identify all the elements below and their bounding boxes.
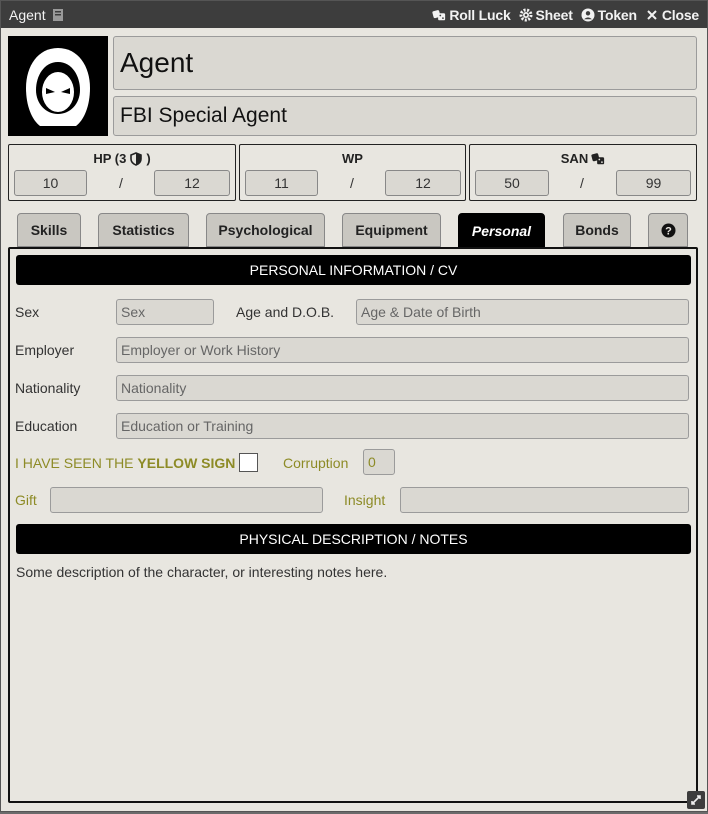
agent-portrait[interactable]	[8, 36, 108, 136]
personal-info-header: PERSONAL INFORMATION / CV	[16, 255, 691, 285]
window-title: Agent	[9, 7, 65, 23]
insight-label: Insight	[344, 492, 386, 508]
wp-label: WP	[342, 151, 363, 166]
wp-box: WP 11 / 12	[239, 144, 466, 201]
insight-input[interactable]	[400, 487, 689, 513]
personal-tab-panel: PERSONAL INFORMATION / CV Sex Sex Age an…	[8, 247, 698, 803]
sex-input[interactable]: Sex	[116, 299, 214, 325]
hp-separator: /	[119, 175, 123, 191]
resize-icon	[691, 795, 701, 805]
physical-notes-text[interactable]: Some description of the character, or in…	[16, 564, 387, 580]
san-label: SAN	[560, 151, 589, 166]
nationality-input[interactable]: Nationality	[116, 375, 689, 401]
san-separator: /	[580, 175, 584, 191]
gift-label: Gift	[15, 492, 37, 508]
san-max-input[interactable]: 99	[616, 170, 691, 196]
wp-max-input[interactable]: 12	[385, 170, 461, 196]
resize-handle[interactable]	[687, 791, 705, 809]
employer-input[interactable]: Employer or Work History	[116, 337, 689, 363]
education-label: Education	[15, 418, 78, 434]
wp-current-input[interactable]: 11	[245, 170, 318, 196]
character-name-input[interactable]: Agent	[113, 36, 697, 90]
employer-label: Employer	[15, 342, 75, 358]
education-input[interactable]: Education or Training	[116, 413, 689, 439]
tab-statistics[interactable]: Statistics	[98, 213, 189, 247]
yellow-sign-checkbox[interactable]	[239, 453, 258, 472]
shield-icon	[130, 151, 143, 166]
tab-equipment[interactable]: Equipment	[342, 213, 441, 247]
yellow-sign-label: I HAVE SEEN THE YELLOW SIGN	[15, 455, 236, 471]
book-icon	[52, 8, 63, 21]
window-titlebar[interactable]: Agent Roll Luck Sheet Token Close	[1, 1, 707, 28]
tab-psychological[interactable]: Psychological	[206, 213, 325, 247]
hp-max-input[interactable]: 12	[154, 170, 230, 196]
token-button[interactable]: Token	[581, 7, 637, 23]
gear-icon	[519, 8, 533, 21]
close-button[interactable]: Close	[645, 7, 699, 23]
tab-bonds[interactable]: Bonds	[563, 213, 631, 247]
gift-input[interactable]	[50, 487, 323, 513]
tab-help[interactable]: ?	[648, 213, 688, 247]
wp-separator: /	[350, 175, 354, 191]
close-icon	[647, 9, 657, 20]
sheet-settings-button[interactable]: Sheet	[519, 7, 573, 23]
hp-label: HP (3	[93, 151, 127, 166]
san-box: SAN 50 / 99	[469, 144, 697, 201]
question-circle-icon: ?	[661, 223, 675, 237]
occupation-input[interactable]: FBI Special Agent	[113, 96, 697, 136]
hp-current-input[interactable]: 10	[14, 170, 87, 196]
san-current-input[interactable]: 50	[475, 170, 549, 196]
svg-text:?: ?	[665, 225, 672, 237]
sheet-body: Agent FBI Special Agent HP (3 ) 10 / 12 …	[1, 28, 707, 811]
roll-luck-button[interactable]: Roll Luck	[432, 7, 511, 23]
dice-icon[interactable]	[591, 152, 605, 166]
yellow-sign-emph: YELLOW SIGN	[137, 455, 236, 471]
corruption-input[interactable]: 0	[363, 449, 395, 475]
user-circle-icon	[581, 8, 595, 21]
window-title-text: Agent	[9, 6, 46, 23]
sex-label: Sex	[15, 304, 40, 320]
physical-description-header: PHYSICAL DESCRIPTION / NOTES	[16, 524, 691, 554]
hooded-figure-icon	[26, 48, 90, 126]
character-sheet-window: Agent Roll Luck Sheet Token Close Agent …	[0, 0, 708, 812]
hp-box: HP (3 ) 10 / 12	[8, 144, 236, 201]
corruption-label: Corruption	[283, 455, 349, 471]
tab-personal[interactable]: Personal	[458, 213, 545, 249]
tab-skills[interactable]: Skills	[17, 213, 81, 247]
dice-icon	[432, 9, 446, 20]
nationality-label: Nationality	[15, 380, 81, 396]
age-label: Age and D.O.B.	[236, 304, 335, 320]
age-dob-input[interactable]: Age & Date of Birth	[356, 299, 689, 325]
